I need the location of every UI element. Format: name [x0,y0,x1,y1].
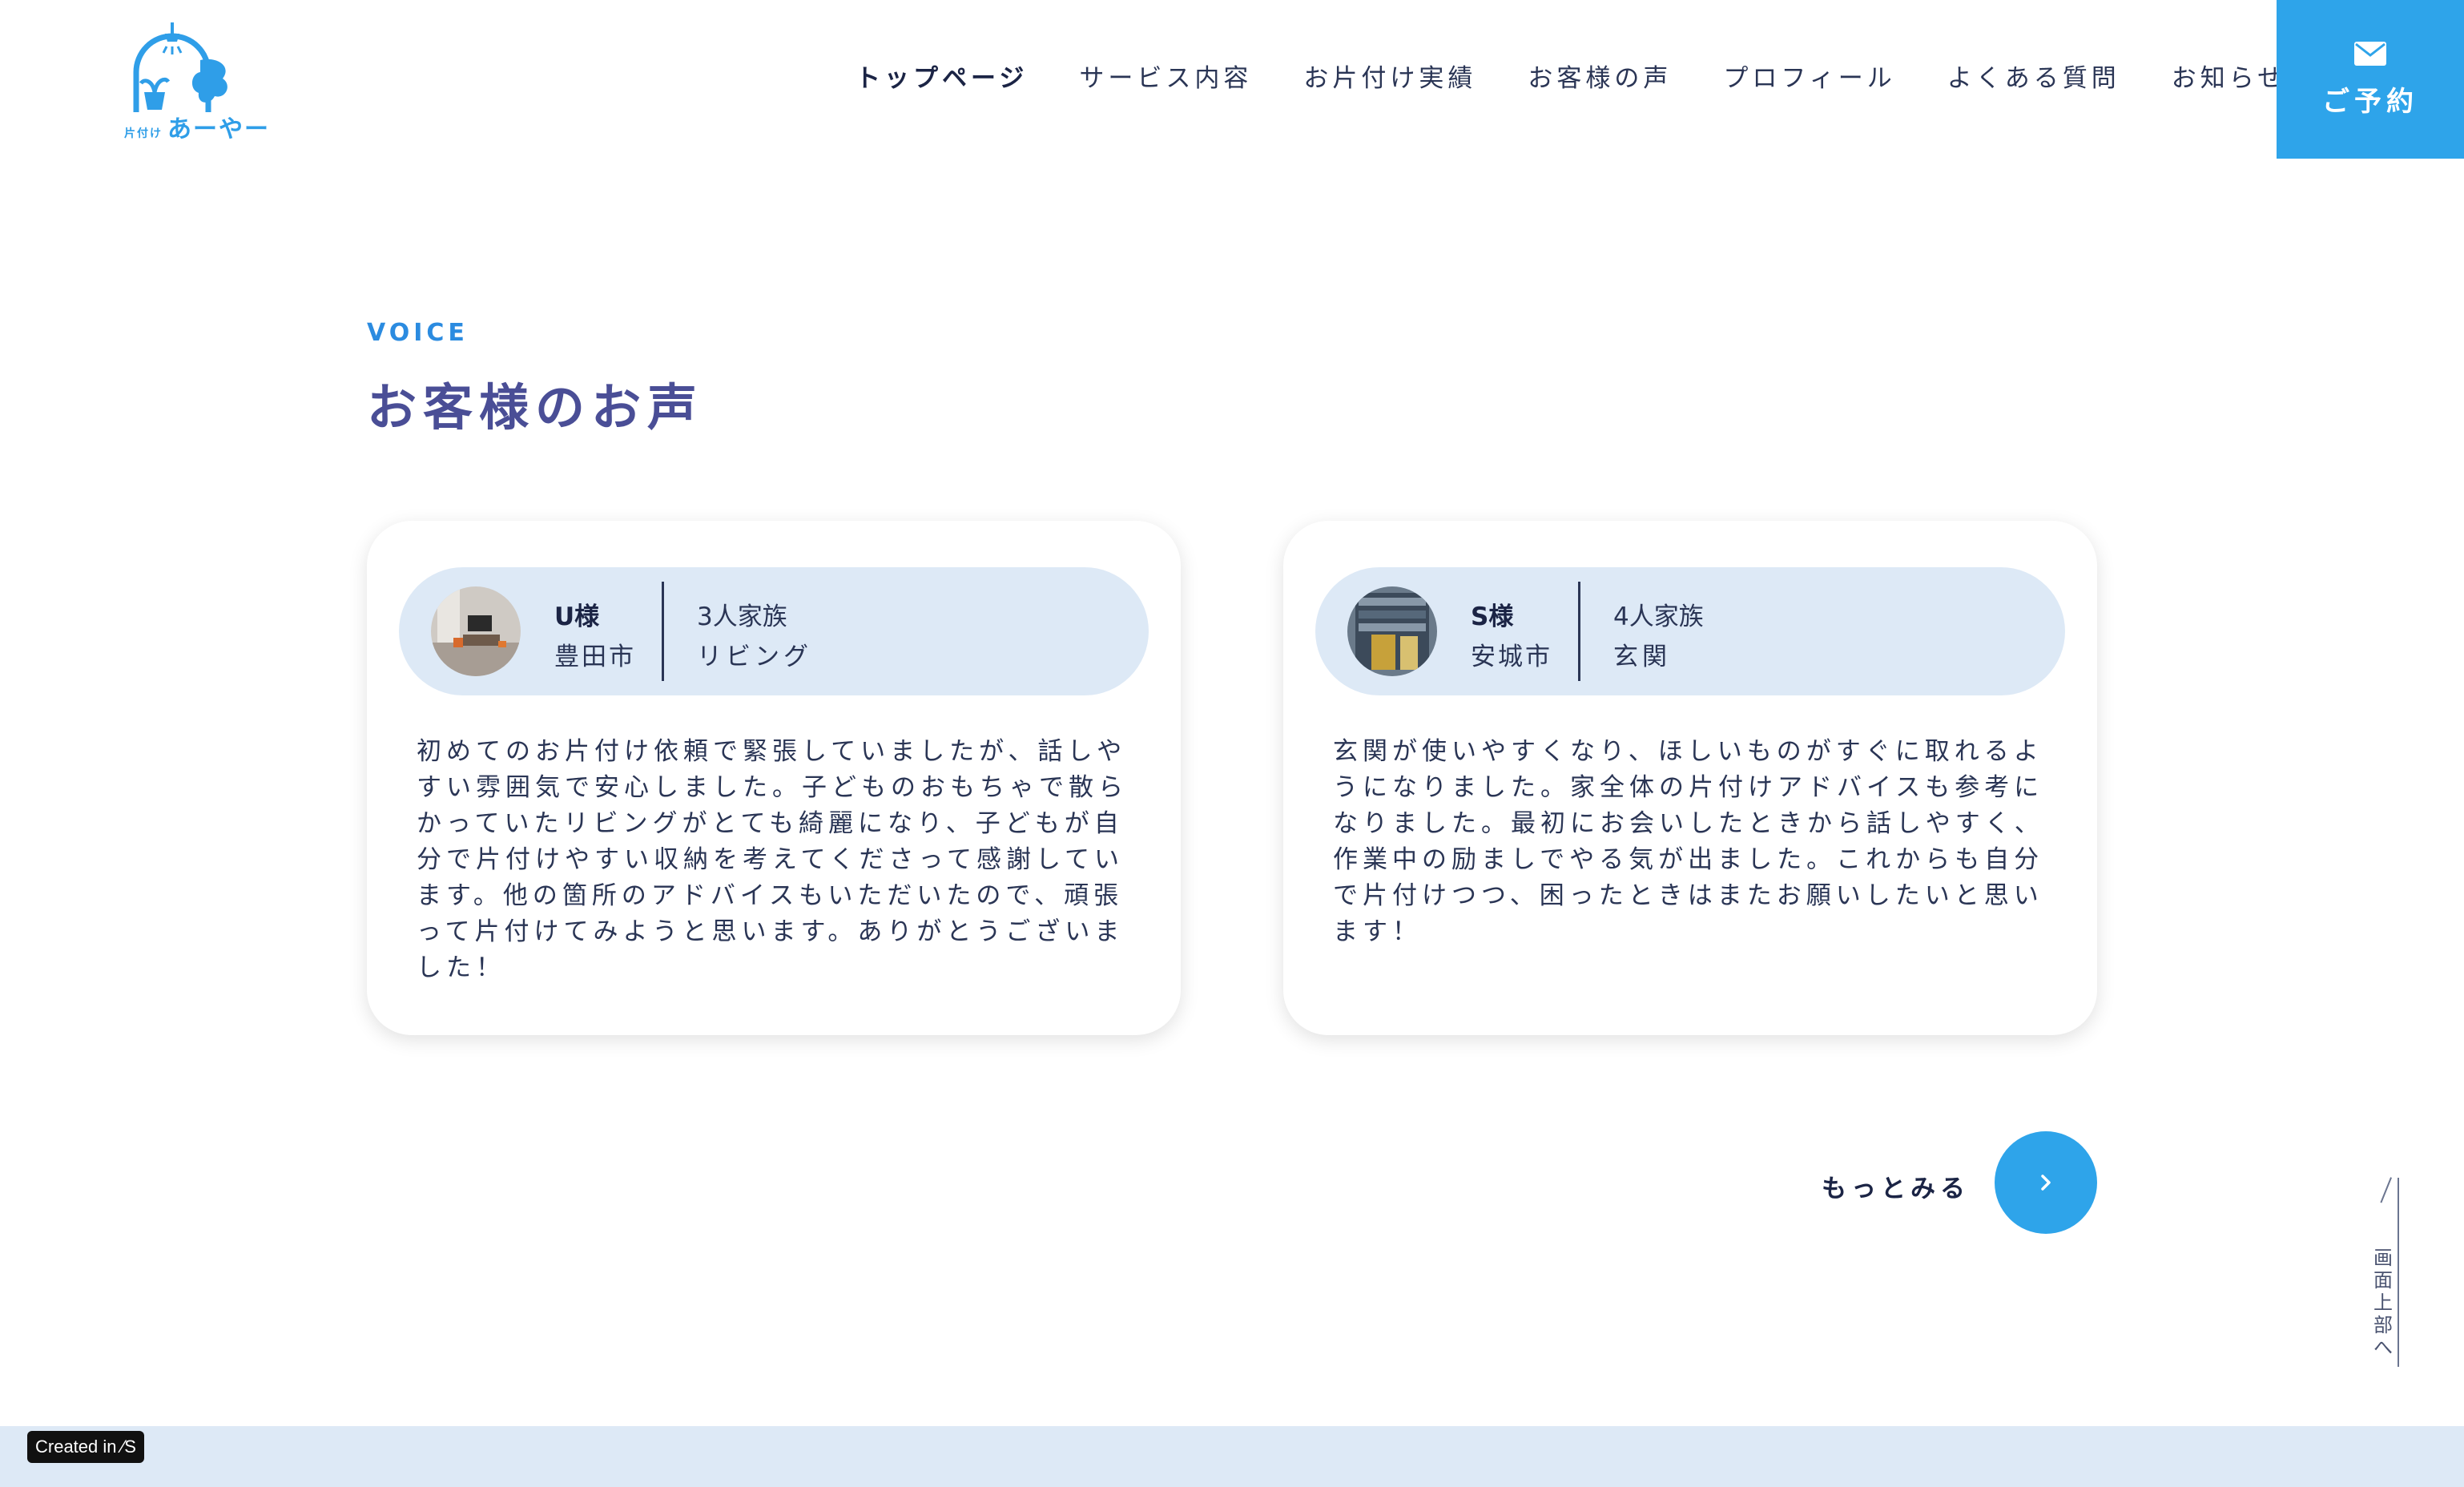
section-label: VOICE [367,319,469,347]
header-divider [662,582,664,681]
section-title: お客様のお声 [367,378,704,437]
created-in-badge[interactable]: Created in ⁄S [27,1431,144,1463]
avatar [1347,586,1437,676]
reserve-button[interactable]: ご予約 [2277,0,2464,159]
logo-name-text: あーやー [167,115,270,143]
review-text: 初めてのお片付け依頼で緊張していましたが、話しやすい雰囲気で安心しました。子ども… [417,737,1128,982]
review-card: U様 豊田市 3人家族 リビング 初めてのお片付け依頼で緊張していましたが、話し… [367,521,1181,1035]
nav-top[interactable]: トップページ [856,58,1028,94]
customer-city: 豊田市 [554,643,636,671]
nav-profile[interactable]: プロフィール [1723,58,1895,94]
customer-room: リビング [697,643,812,671]
customer-name: U様 [554,602,600,631]
chevron-right-icon [2041,1175,2051,1191]
customer-city: 安城市 [1471,643,1552,671]
review-header: U様 豊田市 3人家族 リビング [399,567,1149,695]
nav-works[interactable]: お片付け実績 [1303,58,1476,94]
header-divider [1578,582,1580,681]
customer-room: 玄関 [1613,643,1671,671]
back-to-top-arrow [2380,1177,2392,1203]
logo-small-text: 片付け [124,127,163,140]
avatar [431,586,521,676]
entrance-photo-icon [1347,586,1437,676]
review-card: S様 安城市 4人家族 玄関 玄関が使いやすくなり、ほしいものがすぐに取れるよう… [1283,521,2097,1035]
nav-news[interactable]: お知らせ [2172,58,2286,94]
living-room-photo-icon [431,586,521,676]
mail-icon [2354,41,2386,66]
review-header: S様 安城市 4人家族 玄関 [1315,567,2065,695]
main-nav: トップページ サービス内容 お片付け実績 お客様の声 プロフィール よくある質問… [856,58,2286,94]
logo-text: 片付け あーやー [124,109,270,144]
review-text: 玄関が使いやすくなり、ほしいものがすぐに取れるようになりました。家全体の片付けア… [1333,737,2044,946]
nav-voice[interactable]: お客様の声 [1528,58,1672,94]
back-to-top-link[interactable]: 画面上部へ [2371,1247,2395,1359]
reserve-label: ご予約 [2322,85,2418,118]
nav-services[interactable]: サービス内容 [1079,58,1252,94]
footer-strip [0,1426,2464,1487]
more-button[interactable] [1995,1131,2097,1234]
customer-family: 4人家族 [1613,602,1704,631]
back-to-top-line [2398,1178,2399,1367]
nav-faq[interactable]: よくある質問 [1947,58,2120,94]
customer-name: S様 [1471,602,1514,631]
customer-family: 3人家族 [697,602,787,631]
logo-mark-icon [133,22,227,112]
more-link[interactable]: もっとみる [1822,1168,1970,1204]
